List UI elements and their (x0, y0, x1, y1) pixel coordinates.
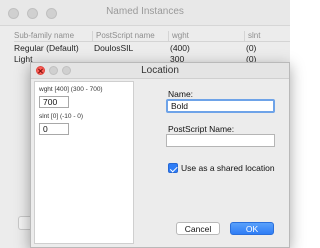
cancel-button[interactable]: Cancel (176, 222, 220, 235)
column-header-postscript[interactable]: PostScript name (92, 31, 155, 42)
axis-label-slnt: slnt [0] (-10 - 0) (39, 113, 84, 120)
location-dialog: Location wght [400] (300 - 700) 700 slnt… (30, 62, 290, 248)
dialog-title: Location (141, 65, 179, 76)
column-header-wght[interactable]: wght (168, 31, 189, 42)
axis-input-wght[interactable]: 700 (39, 96, 69, 108)
table-header: Sub-family name PostScript name wght sln… (14, 30, 290, 42)
cell-slnt: (0) (246, 43, 257, 53)
column-header-slnt[interactable]: slnt (244, 31, 260, 42)
named-instances-titlebar[interactable]: Named Instances (0, 0, 290, 26)
postscript-name-label: PostScript Name: (168, 124, 235, 134)
axis-label-wght: wght [400] (300 - 700) (39, 86, 103, 93)
ok-button[interactable]: OK (230, 222, 274, 235)
postscript-name-field[interactable] (166, 134, 275, 147)
window-title: Named Instances (106, 6, 184, 17)
shared-location-checkbox[interactable] (168, 163, 178, 173)
axis-input-slnt[interactable]: 0 (39, 123, 69, 135)
cell-subfamily: Regular (Default) (14, 43, 79, 53)
location-form: Name: Bold PostScript Name: Use as a sha… (136, 81, 286, 246)
location-titlebar[interactable]: Location (31, 63, 289, 79)
shared-location-label[interactable]: Use as a shared location (181, 163, 275, 173)
table-row[interactable]: Regular (Default) DoulosSIL (400) (0) (14, 42, 290, 53)
name-field[interactable]: Bold (166, 99, 275, 113)
column-header-subfamily[interactable]: Sub-family name (14, 31, 74, 40)
axes-panel: wght [400] (300 - 700) 700 slnt [0] (-10… (34, 81, 134, 244)
name-label: Name: (168, 89, 194, 99)
instances-table: Sub-family name PostScript name wght sln… (14, 30, 290, 64)
cell-wght: (400) (170, 43, 190, 53)
cell-postscript: DoulosSIL (94, 43, 134, 53)
